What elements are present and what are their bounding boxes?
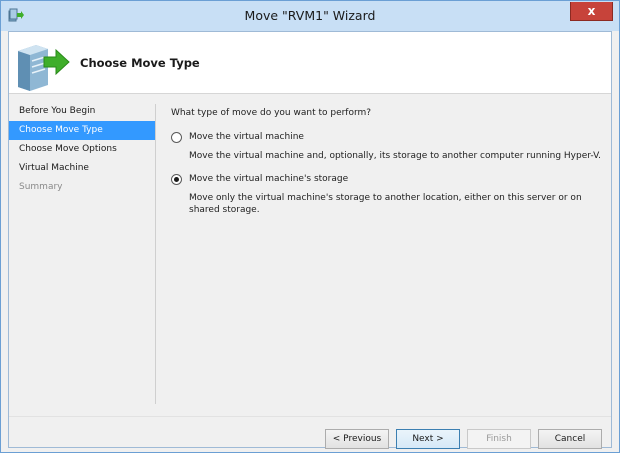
move-storage-label[interactable]: Move the virtual machine's storage <box>189 174 348 184</box>
nav-item-choose-move-options[interactable]: Choose Move Options <box>9 140 156 159</box>
move-storage-description: Move only the virtual machine's storage … <box>189 193 582 215</box>
finish-button: Finish <box>467 429 531 449</box>
wizard-steps-nav: Before You Begin Choose Move Type Choose… <box>9 102 156 197</box>
server-move-icon <box>18 45 70 91</box>
wizard-body: Choose Move Type Before You Begin Choose… <box>8 31 612 449</box>
nav-item-before-you-begin[interactable]: Before You Begin <box>9 102 156 121</box>
page-title: Choose Move Type <box>80 56 200 70</box>
move-storage-radio-row[interactable]: Move the virtual machine's storage <box>171 172 601 186</box>
move-storage-radio[interactable] <box>171 173 182 185</box>
cancel-button[interactable]: Cancel <box>538 429 602 449</box>
nav-item-virtual-machine[interactable]: Virtual Machine <box>9 159 156 178</box>
nav-divider <box>155 104 156 404</box>
close-button[interactable]: x <box>570 2 613 21</box>
move-vm-description: Move the virtual machine and, optionally… <box>189 151 601 161</box>
move-type-question: What type of move do you want to perform… <box>171 108 372 118</box>
option-move-storage: Move the virtual machine's storage Move … <box>171 172 601 216</box>
option-move-vm: Move the virtual machine Move the virtua… <box>171 130 601 162</box>
move-vm-radio-row[interactable]: Move the virtual machine <box>171 130 601 144</box>
nav-item-choose-move-type[interactable]: Choose Move Type <box>9 121 156 140</box>
wizard-window: Move "RVM1" Wizard x Choose Move Type Be… <box>0 0 620 453</box>
move-type-panel: What type of move do you want to perform… <box>171 108 601 226</box>
wizard-header: Choose Move Type <box>9 32 611 94</box>
title-bar[interactable]: Move "RVM1" Wizard x <box>1 1 619 31</box>
nav-item-summary: Summary <box>19 182 63 192</box>
move-vm-label[interactable]: Move the virtual machine <box>189 132 304 142</box>
window-title: Move "RVM1" Wizard <box>244 8 376 23</box>
next-button[interactable]: Next > <box>396 429 460 449</box>
previous-button[interactable]: < Previous <box>325 429 389 449</box>
move-vm-radio[interactable] <box>171 131 182 143</box>
footer-separator <box>9 416 611 417</box>
